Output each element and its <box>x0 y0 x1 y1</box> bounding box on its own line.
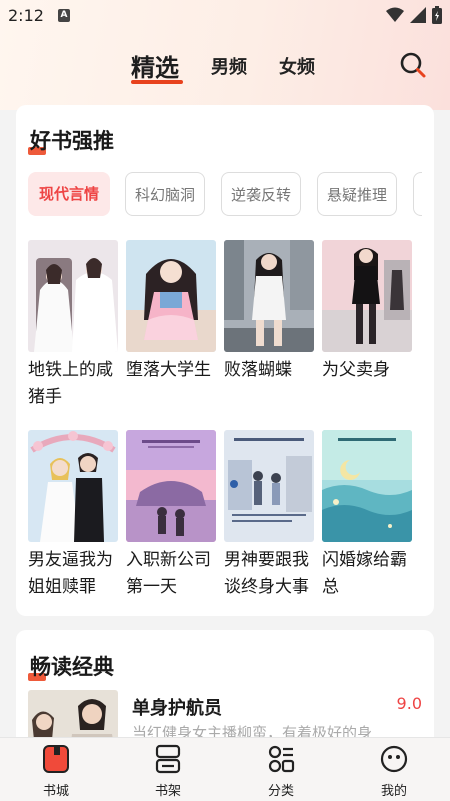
book-title: 为父卖身 <box>322 360 390 380</box>
tab-label: 分类 <box>267 784 294 799</box>
tab-bookstore[interactable]: 书城 <box>16 738 96 801</box>
section-title: 畅读经典 <box>30 655 114 679</box>
active-tab-indicator <box>131 80 183 84</box>
top-tabs: 精选 男频 女频 <box>0 40 450 90</box>
filter-chip-more[interactable] <box>413 172 422 216</box>
book-cover <box>28 430 118 542</box>
tab-featured[interactable]: 精选 <box>131 48 179 83</box>
wifi-icon <box>386 7 404 22</box>
signal-icon <box>410 7 426 23</box>
section-title: 好书强推 <box>30 129 114 153</box>
book-title: 入职新公司第一天 <box>126 550 211 597</box>
genre-filter-bar: 现代言情 科幻脑洞 逆袭反转 悬疑推理 <box>28 171 422 218</box>
tab-label: 书架 <box>154 784 181 799</box>
category-icon <box>268 745 295 773</box>
book-title: 男神要跟我谈终身大事 <box>224 550 309 597</box>
filter-chip-modern-romance[interactable]: 现代言情 <box>28 172 110 216</box>
recommend-section: 好书强推 现代言情 科幻脑洞 逆袭反转 悬疑推理 地铁上的咸猪手 堕落大学生 败… <box>16 105 434 616</box>
battery-icon <box>432 6 442 24</box>
book-title: 闪婚嫁给霸总 <box>322 550 407 597</box>
book-cover <box>322 430 412 542</box>
book-score: 9.0 <box>396 694 422 713</box>
status-bar: 2:12 A <box>0 0 450 32</box>
bookstore-icon <box>43 745 69 773</box>
status-time: 2:12 <box>8 6 44 25</box>
tab-category[interactable]: 分类 <box>241 738 321 801</box>
tab-label: 我的 <box>380 784 407 799</box>
sim-icon: A <box>58 9 70 22</box>
book-cover <box>224 240 314 352</box>
book-title: 单身护航员 <box>132 698 222 719</box>
bottom-tab-bar: 书城 书架 分类 我的 <box>0 737 450 801</box>
filter-chip-scifi[interactable]: 科幻脑洞 <box>125 172 205 216</box>
tab-profile[interactable]: 我的 <box>354 738 434 801</box>
profile-icon <box>380 745 408 773</box>
book-title: 堕落大学生 <box>126 360 211 380</box>
search-icon[interactable] <box>398 50 428 80</box>
book-cover <box>224 430 314 542</box>
filter-chip-mystery[interactable]: 悬疑推理 <box>317 172 397 216</box>
book-cover <box>322 240 412 352</box>
tab-male[interactable]: 男频 <box>211 53 247 79</box>
book-title: 地铁上的咸猪手 <box>28 360 113 407</box>
tab-label: 书城 <box>42 784 69 799</box>
book-cover <box>28 240 118 352</box>
bookshelf-icon <box>155 744 181 774</box>
tab-bookshelf[interactable]: 书架 <box>128 738 208 801</box>
book-cover <box>126 430 216 542</box>
status-icons <box>386 6 442 24</box>
book-title: 男友逼我为姐姐赎罪 <box>28 550 113 597</box>
filter-chip-comeback[interactable]: 逆袭反转 <box>221 172 301 216</box>
tab-female[interactable]: 女频 <box>279 53 315 79</box>
book-cover <box>126 240 216 352</box>
book-title: 败落蝴蝶 <box>224 360 292 380</box>
